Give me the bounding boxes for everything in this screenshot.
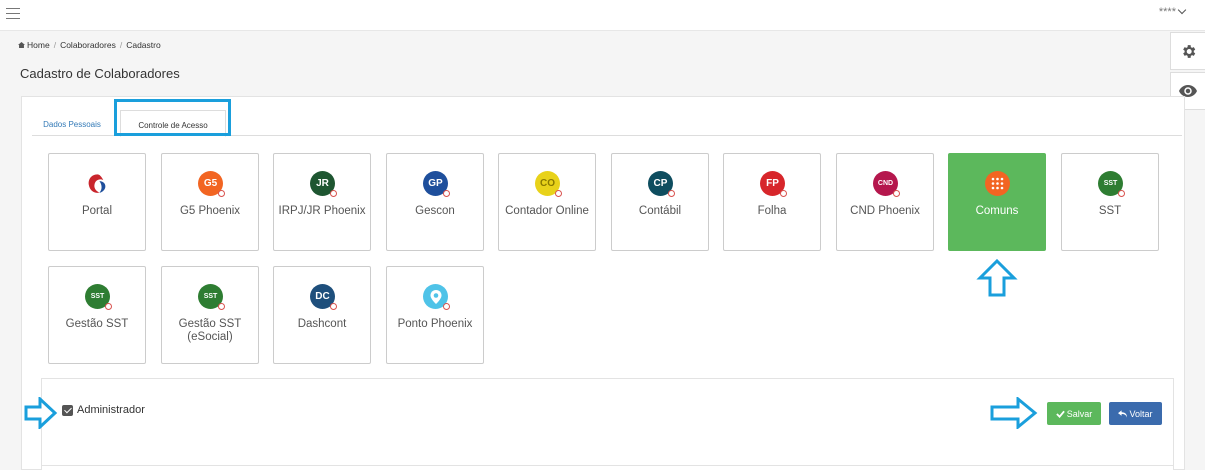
- user-label: ****: [1158, 6, 1176, 18]
- module-tile[interactable]: SST SST: [1061, 153, 1159, 251]
- chevron-down-icon: [1177, 5, 1187, 15]
- logo-text: CND: [877, 180, 894, 187]
- ponto-logo-icon: [423, 284, 450, 310]
- module-tile[interactable]: CND CND Phoenix: [836, 153, 934, 251]
- jr-logo-icon: JR: [310, 171, 337, 197]
- breadcrumb-cadastro: Cadastro: [126, 40, 161, 50]
- module-tile[interactable]: Comuns: [948, 153, 1046, 251]
- status-dot-icon: [1118, 190, 1125, 197]
- module-tile[interactable]: Portal: [48, 153, 146, 251]
- logo-text: CP: [653, 178, 668, 189]
- settings-button[interactable]: [1170, 32, 1205, 70]
- breadcrumb-colaboradores[interactable]: Colaboradores: [60, 40, 116, 50]
- logo-text: GP: [428, 178, 443, 189]
- g5-logo-icon: G5: [198, 171, 225, 197]
- user-menu[interactable]: ****: [1158, 5, 1187, 18]
- status-dot-icon: [555, 190, 562, 197]
- module-label: Gescon: [415, 205, 455, 217]
- grid-dots-icon: [985, 171, 1010, 196]
- logo-text: CO: [540, 178, 555, 189]
- module-tile[interactable]: DC Dashcont: [273, 266, 371, 364]
- save-label: Salvar: [1066, 408, 1093, 419]
- module-label: Contábil: [638, 205, 682, 217]
- module-tile[interactable]: JR IRPJ/JR Phoenix: [273, 153, 371, 251]
- status-dot-icon: [330, 190, 337, 197]
- module-tile[interactable]: GP Gescon: [386, 153, 484, 251]
- sst-logo-icon: SST: [85, 284, 112, 310]
- module-label: G5 Phoenix: [179, 205, 241, 217]
- status-dot-icon: [893, 190, 900, 197]
- portal-logo-icon: [85, 171, 110, 196]
- module-tile[interactable]: G5 G5 Phoenix: [161, 153, 259, 251]
- menu-icon[interactable]: [6, 8, 20, 20]
- module-label: IRPJ/JR Phoenix: [278, 205, 366, 217]
- status-dot-icon: [218, 303, 225, 310]
- co-logo-icon: CO: [535, 171, 562, 197]
- home-icon: [18, 42, 25, 48]
- dc-logo-icon: DC: [310, 284, 337, 310]
- module-tile[interactable]: SST Gestão SST: [48, 266, 146, 364]
- status-dot-icon: [105, 303, 112, 310]
- module-tile[interactable]: CP Contábil: [611, 153, 709, 251]
- tab-dados-pessoais[interactable]: Dados Pessoais: [32, 110, 112, 136]
- module-label: Gestão SST: [65, 318, 129, 330]
- status-dot-icon: [218, 190, 225, 197]
- module-label: Ponto Phoenix: [397, 318, 473, 330]
- tab-highlight-annotation: [114, 99, 231, 136]
- module-label: Dashcont: [297, 318, 347, 330]
- check-icon: [1055, 410, 1065, 418]
- sst-logo-icon: SST: [198, 284, 225, 310]
- module-label: SST: [1098, 205, 1122, 217]
- divider: [41, 465, 1174, 466]
- module-label: Comuns: [975, 205, 1019, 217]
- logo-text: JR: [316, 178, 329, 189]
- module-tile[interactable]: CO Contador Online: [498, 153, 596, 251]
- save-button[interactable]: Salvar: [1047, 402, 1101, 425]
- back-label: Voltar: [1129, 408, 1153, 419]
- admin-checkbox-row[interactable]: Administrador: [62, 404, 145, 416]
- breadcrumb: Home / Colaboradores / Cadastro: [18, 40, 161, 50]
- module-tile[interactable]: SST Gestão SST (eSocial): [161, 266, 259, 364]
- fp-logo-icon: FP: [760, 171, 787, 197]
- sst-logo-icon: SST: [1098, 171, 1125, 197]
- module-label: Folha: [757, 205, 787, 217]
- status-dot-icon: [443, 190, 450, 197]
- cnd-logo-icon: CND: [873, 171, 900, 197]
- module-tile[interactable]: Ponto Phoenix: [386, 266, 484, 364]
- arrow-right-annotation: [24, 397, 58, 429]
- logo-text: SST: [203, 293, 218, 300]
- status-dot-icon: [668, 190, 675, 197]
- back-button[interactable]: Voltar: [1109, 402, 1162, 425]
- status-dot-icon: [330, 303, 337, 310]
- logo-text: SST: [1103, 180, 1118, 187]
- module-tile[interactable]: FP Folha: [723, 153, 821, 251]
- arrow-up-annotation: [976, 258, 1018, 297]
- status-dot-icon: [780, 190, 787, 197]
- page-title: Cadastro de Colaboradores: [20, 66, 180, 81]
- logo-text: G5: [203, 178, 218, 189]
- gear-icon: [1182, 44, 1195, 58]
- breadcrumb-home[interactable]: Home: [27, 40, 50, 50]
- top-bar: ****: [0, 0, 1205, 31]
- module-label: Contador Online: [505, 205, 589, 217]
- gp-logo-icon: GP: [423, 171, 450, 197]
- cp-logo-icon: CP: [648, 171, 675, 197]
- module-label: Portal: [81, 205, 113, 217]
- logo-text: FP: [766, 178, 779, 189]
- admin-label: Administrador: [77, 404, 145, 416]
- logo-text: DC: [315, 291, 330, 302]
- logo-text: SST: [90, 293, 105, 300]
- status-dot-icon: [443, 303, 450, 310]
- admin-checkbox[interactable]: [62, 404, 73, 416]
- reply-icon: [1118, 409, 1128, 418]
- module-label: Gestão SST (eSocial): [178, 318, 242, 343]
- module-label: CND Phoenix: [850, 205, 920, 217]
- arrow-right-save-annotation: [990, 397, 1038, 429]
